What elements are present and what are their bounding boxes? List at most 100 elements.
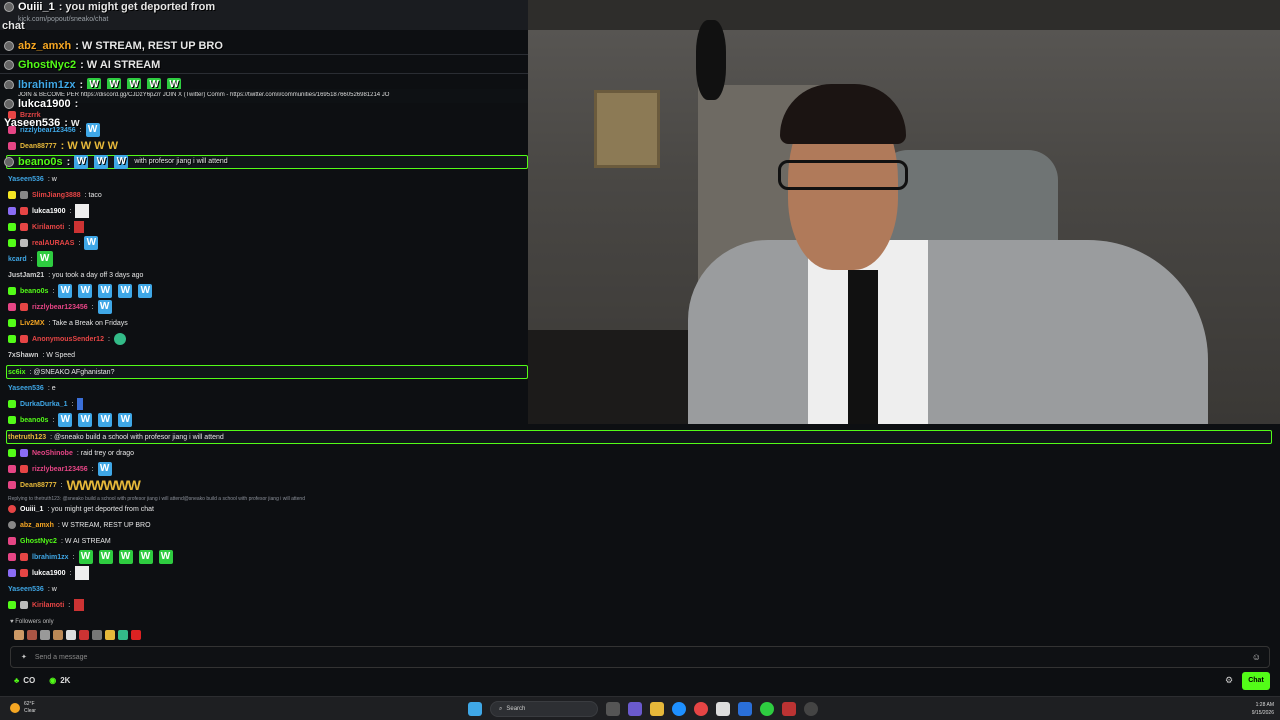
username[interactable]: Liv2MX xyxy=(20,320,45,327)
chat-input[interactable]: ✦ Send a message ☺ xyxy=(10,646,1270,668)
w-emote: W xyxy=(158,550,173,564)
task-view-icon[interactable] xyxy=(606,702,620,716)
w-emote: WWWWWW xyxy=(66,477,141,493)
overlay-username[interactable]: abz_amxh xyxy=(18,40,71,52)
stream-video[interactable] xyxy=(528,0,1280,424)
emote-icon[interactable] xyxy=(14,630,24,640)
emote-icon[interactable] xyxy=(92,630,102,640)
username[interactable]: rizzlybear123456 xyxy=(20,127,76,134)
gear-icon[interactable]: ⚙ xyxy=(1225,675,1233,686)
username[interactable]: Yaseen536 xyxy=(8,385,44,392)
username[interactable]: JustJam21 xyxy=(8,272,44,279)
emote-icon[interactable] xyxy=(131,630,141,640)
username[interactable]: beano0s xyxy=(20,417,48,424)
username[interactable]: Dean88777 xyxy=(20,482,57,489)
store-icon[interactable] xyxy=(716,702,730,716)
username[interactable]: 7xShawn xyxy=(8,352,38,359)
username[interactable]: lbrahim1zx xyxy=(32,554,69,561)
chat-message: realAURAAS : W xyxy=(8,235,100,251)
sticker-emote xyxy=(74,221,85,233)
sticker-emote xyxy=(77,398,84,410)
emote-icon[interactable] xyxy=(79,630,89,640)
emote-icon[interactable] xyxy=(53,630,63,640)
username[interactable]: NeoShinobe xyxy=(32,450,73,457)
username[interactable]: sc6ix xyxy=(8,369,26,376)
glasses xyxy=(778,160,908,190)
taskbar-search[interactable]: ⌕ Search xyxy=(490,701,598,717)
app-icon[interactable] xyxy=(782,702,796,716)
chat-send-button[interactable]: Chat xyxy=(1242,672,1270,690)
overlay-username[interactable]: GhostNyc2 xyxy=(18,59,76,71)
ceiling xyxy=(528,0,1280,30)
chat-input-placeholder[interactable]: Send a message xyxy=(35,654,88,661)
message-text: : Take a Break on Fridays xyxy=(48,319,128,327)
taskbar-apps: ⌕ Search xyxy=(468,701,818,717)
message-text: : xyxy=(91,465,94,473)
badge-icon xyxy=(8,319,16,327)
overlay-username[interactable]: beano0s xyxy=(18,156,63,168)
edge-icon[interactable] xyxy=(672,702,686,716)
overlay-text: : xyxy=(66,155,71,168)
username[interactable]: abz_amxh xyxy=(20,522,54,529)
username[interactable]: AnonymousSender12 xyxy=(32,336,104,343)
username[interactable]: SlimJiang3888 xyxy=(32,192,81,199)
username[interactable]: rizzlybear123456 xyxy=(32,466,88,473)
badge-icon xyxy=(20,335,28,343)
windows-start-icon[interactable] xyxy=(468,702,482,716)
username[interactable]: realAURAAS xyxy=(32,240,74,247)
emote-icon[interactable] xyxy=(27,630,37,640)
vscode-icon[interactable] xyxy=(738,702,752,716)
badge-icon xyxy=(8,126,16,134)
xbox-icon[interactable] xyxy=(760,702,774,716)
message-text: : xyxy=(91,303,94,311)
followers-only-label: Followers only xyxy=(15,619,54,625)
overlay-username[interactable]: Ouiii_1 xyxy=(18,1,55,13)
emote-icon[interactable] xyxy=(118,630,128,640)
chat-message: 7xShawn : W Speed xyxy=(8,347,75,363)
emote-quick-bar[interactable] xyxy=(14,630,141,640)
username[interactable]: Dean88777 xyxy=(20,143,57,150)
clock-date: 9/15/2026 xyxy=(1251,710,1274,716)
badge-icon xyxy=(8,481,16,489)
teams-icon[interactable] xyxy=(628,702,642,716)
username[interactable]: Kirilamoti xyxy=(32,602,64,609)
username[interactable]: Kirilamoti xyxy=(32,224,64,231)
chat-message: Kirilamoti : xyxy=(8,219,85,235)
message-text: : raid trey or drago xyxy=(76,449,135,457)
hair xyxy=(780,84,906,144)
badge-icon xyxy=(8,537,16,545)
obs-icon[interactable] xyxy=(804,702,818,716)
message-text: : xyxy=(71,400,74,408)
chat-message: Ouiii_1 : you might get deported from ch… xyxy=(8,501,154,517)
w-emote: W xyxy=(74,154,89,169)
emote-icon[interactable] xyxy=(40,630,50,640)
username[interactable]: beano0s xyxy=(20,288,48,295)
username[interactable]: GhostNyc2 xyxy=(20,538,57,545)
username[interactable]: thetruth123 xyxy=(8,434,46,441)
gift-icon[interactable]: ✦ xyxy=(21,653,27,661)
sticker-emote xyxy=(113,333,126,345)
file-explorer-icon[interactable] xyxy=(650,702,664,716)
viewers-icon: ◉ xyxy=(49,676,57,685)
username[interactable]: rizzlybear123456 xyxy=(32,304,88,311)
username[interactable]: DurkaDurka_1 xyxy=(20,401,67,408)
badge-icon xyxy=(20,191,28,199)
combo-stat: ♣ CO xyxy=(14,676,35,685)
username[interactable]: Yaseen536 xyxy=(8,176,44,183)
username[interactable]: Ouiii_1 xyxy=(20,506,43,513)
username[interactable]: lukca1900 xyxy=(32,208,65,215)
chat-message: SlimJiang3888 : taco xyxy=(8,187,102,203)
w-emote: W xyxy=(78,284,93,298)
search-label: Search xyxy=(506,706,526,712)
weather-widget[interactable]: 62°F Clear xyxy=(10,701,36,715)
system-clock[interactable]: 1:28 AM 9/15/2026 xyxy=(1252,701,1274,717)
overlay-message: Ouiii_1 : you might get deported from xyxy=(0,0,528,16)
username[interactable]: Yaseen536 xyxy=(8,586,44,593)
emote-icon[interactable] xyxy=(66,630,76,640)
emoji-icon[interactable]: ☺ xyxy=(1252,652,1261,662)
chrome-icon[interactable] xyxy=(694,702,708,716)
username[interactable]: lukca1900 xyxy=(32,570,65,577)
emote-icon[interactable] xyxy=(105,630,115,640)
username[interactable]: kcard xyxy=(8,256,27,263)
badge-icon xyxy=(8,505,16,513)
